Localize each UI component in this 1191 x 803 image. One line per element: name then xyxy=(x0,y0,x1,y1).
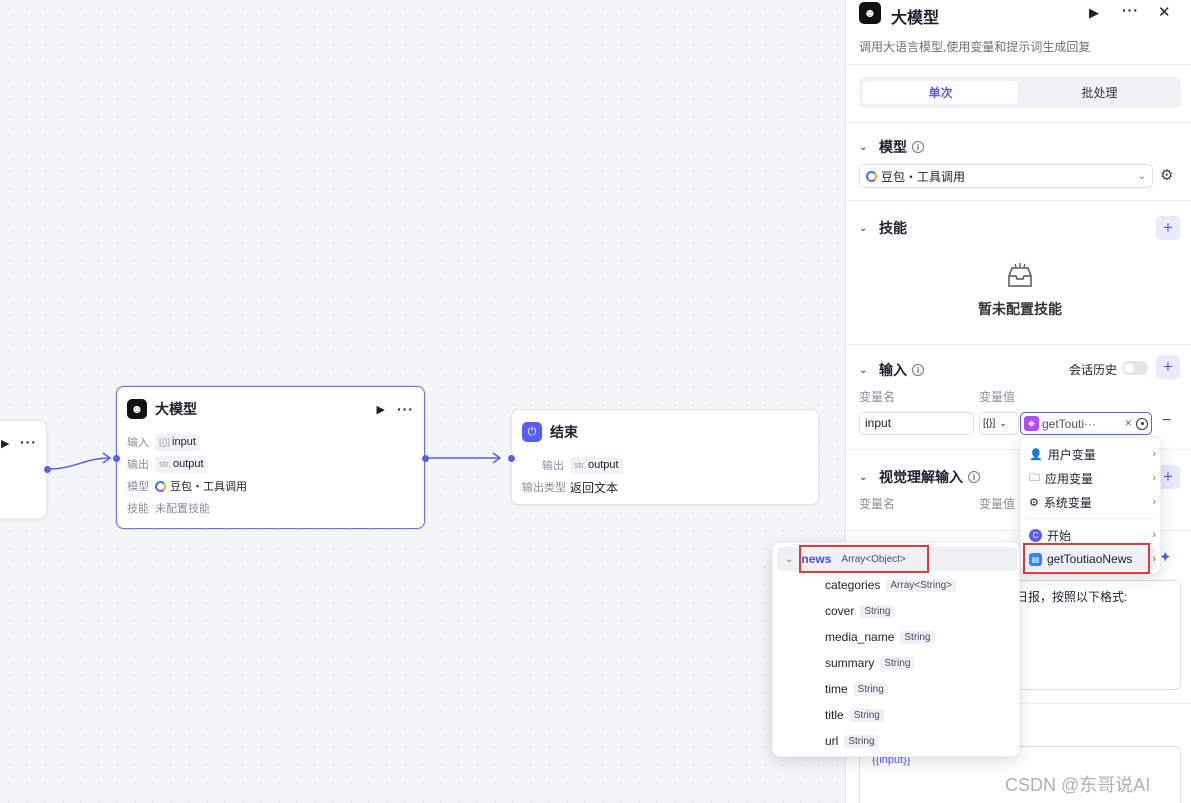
info-icon[interactable]: i xyxy=(912,141,924,153)
history-label: 会话历史 xyxy=(1069,363,1118,377)
field-item[interactable]: cover String xyxy=(825,599,1015,623)
tab-batch[interactable]: 批处理 xyxy=(1022,81,1177,104)
node-row-input: 输入 [{}] input xyxy=(117,431,424,453)
run-icon[interactable]: ▶ xyxy=(377,403,385,416)
input-section-header[interactable]: ⌄ 输入 i xyxy=(859,360,924,380)
var-name-input[interactable]: input xyxy=(859,412,974,435)
input-port[interactable] xyxy=(508,455,515,462)
add-skill-button[interactable]: + xyxy=(1156,216,1180,240)
variable-tag: [{}] input xyxy=(155,433,200,451)
variable-tag: str. output xyxy=(155,455,208,473)
add-input-button[interactable]: + xyxy=(1156,355,1180,379)
gear-icon[interactable]: ⚙ xyxy=(1160,166,1173,184)
panel-title: 大模型 xyxy=(891,10,940,27)
start-node-icon: C xyxy=(1029,528,1042,542)
chevron-right-icon: › xyxy=(1152,553,1156,565)
doubao-model-icon xyxy=(866,170,877,182)
skill-section-header[interactable]: ⌄ 技能 xyxy=(859,218,907,238)
chevron-down-icon: ⌄ xyxy=(859,141,868,153)
close-icon[interactable]: ✕ xyxy=(1124,418,1132,429)
llm-node-title: 大模型 xyxy=(155,401,197,417)
model-section-header[interactable]: ⌄ 模型 i xyxy=(859,137,924,157)
menu-item-system-vars[interactable]: ⚙ 系统变量 › xyxy=(1029,490,1156,514)
run-icon[interactable]: ▶ xyxy=(1,437,9,450)
chevron-down-icon: ⌄ xyxy=(859,364,868,376)
field-item[interactable]: url String xyxy=(825,729,1015,753)
chevron-down-icon: ⌄ xyxy=(785,553,794,565)
tab-single[interactable]: 单次 xyxy=(863,81,1018,104)
empty-box-icon xyxy=(1008,263,1032,287)
col-var-value: 变量值 xyxy=(979,390,1016,404)
chevron-right-icon: › xyxy=(1152,448,1156,460)
history-toggle[interactable] xyxy=(1122,361,1148,375)
info-icon[interactable]: i xyxy=(912,364,924,376)
col-var-name: 变量名 xyxy=(859,497,896,511)
field-item[interactable]: summary String xyxy=(825,651,1015,675)
col-var-name: 变量名 xyxy=(859,390,896,404)
remove-row-icon[interactable]: − xyxy=(1162,412,1171,430)
llm-logo-icon: ☻ xyxy=(127,399,147,419)
chevron-down-icon: ⌄ xyxy=(859,222,868,234)
panel-subtitle: 调用大语言模型,使用变量和提示词生成回复 xyxy=(859,40,1091,54)
end-row-type: 输出类型 返回文本 xyxy=(522,480,619,495)
highlight-box xyxy=(799,545,929,573)
input-port[interactable] xyxy=(113,455,120,462)
end-row-output: 输出 str. output xyxy=(512,454,818,476)
highlight-box xyxy=(1023,543,1150,574)
previous-node[interactable]: ▶ ··· xyxy=(0,420,47,519)
llm-logo-icon: ☻ xyxy=(859,2,881,24)
target-icon[interactable] xyxy=(1136,417,1148,430)
node-row-model: 模型 豆包・工具调用 xyxy=(127,480,247,493)
node-row-output: 输出 str. output xyxy=(117,453,424,475)
more-icon[interactable]: ··· xyxy=(20,434,37,450)
info-icon[interactable]: i xyxy=(968,471,980,483)
node-row-skill: 技能 未配置技能 xyxy=(127,503,210,515)
menu-item-user-vars[interactable]: 👤 用户变量 › xyxy=(1029,442,1156,466)
end-logo-icon: ⏻ xyxy=(522,422,542,442)
doubao-model-icon xyxy=(155,480,166,492)
skill-empty-text: 暂未配置技能 xyxy=(978,301,1062,317)
field-item[interactable]: time String xyxy=(825,677,1015,701)
output-fields-menu: ⌄ news Array<Object> categories Array<Str… xyxy=(772,542,1020,757)
edge-left-to-llm xyxy=(47,457,111,470)
gear-icon: ⚙ xyxy=(1029,496,1039,509)
llm-node[interactable]: ☻ 大模型 ▶ ··· 输入 [{}] input 输出 str. output 模… xyxy=(116,386,425,529)
chevron-down-icon: ⌄ xyxy=(999,418,1007,428)
menu-item-app-vars[interactable]: 🗀 应用变量 › xyxy=(1029,466,1156,490)
chevron-right-icon: › xyxy=(1152,529,1156,541)
field-item[interactable]: title String xyxy=(825,703,1015,727)
chevron-right-icon: › xyxy=(1152,496,1156,508)
end-node-title: 结束 xyxy=(550,424,578,440)
col-var-value: 变量值 xyxy=(979,497,1016,511)
chevron-down-icon: ⌄ xyxy=(1137,170,1146,182)
end-node[interactable]: ⏻ 结束 输出 str. output 输出类型 返回文本 xyxy=(511,409,819,505)
user-icon: 👤 xyxy=(1029,448,1043,461)
mode-tabs: 单次 批处理 xyxy=(859,77,1181,108)
variable-tag: str. output xyxy=(570,456,623,474)
run-icon[interactable]: ▶ xyxy=(1089,5,1099,21)
model-select[interactable]: 豆包・工具调用 ⌄ xyxy=(859,164,1153,188)
field-item[interactable]: media_name String xyxy=(825,625,1015,649)
output-port[interactable] xyxy=(422,455,429,462)
close-icon[interactable]: ✕ xyxy=(1158,3,1171,21)
more-icon[interactable]: ··· xyxy=(1122,2,1139,18)
plugin-cube-icon: ◈ xyxy=(1024,416,1039,431)
field-item[interactable]: categories Array<String> xyxy=(825,573,1015,597)
chevron-right-icon: › xyxy=(1152,472,1156,484)
vision-section-header[interactable]: ⌄ 视觉理解输入 i xyxy=(859,467,980,487)
output-port[interactable] xyxy=(44,466,51,473)
folder-icon: 🗀 xyxy=(1029,471,1040,484)
chevron-down-icon: ⌄ xyxy=(859,471,868,483)
var-type-select[interactable]: [{}] ⌄ xyxy=(979,412,1019,435)
more-icon[interactable]: ··· xyxy=(397,401,414,417)
var-ref-input[interactable]: ◈ getTouti··· ✕ xyxy=(1020,412,1152,435)
watermark: CSDN @东哥说AI xyxy=(1005,775,1151,795)
